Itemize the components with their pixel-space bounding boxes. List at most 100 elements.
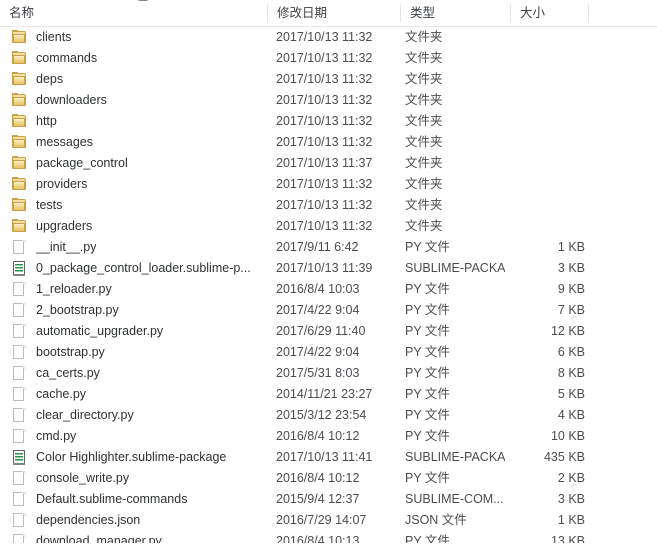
file-name-cell[interactable]: clear_directory.py (11, 405, 261, 426)
file-icon (11, 345, 27, 360)
file-row[interactable]: 2_bootstrap.py 2017/4/22 9:04 PY 文件 7 KB (0, 300, 657, 321)
file-name-label: tests (36, 198, 63, 212)
file-row[interactable]: automatic_upgrader.py 2017/6/29 11:40 PY 文… (0, 321, 657, 342)
file-size-cell: 10 KB (550, 429, 585, 443)
file-date-cell: 2017/10/13 11:32 (276, 30, 373, 44)
file-size-cell: 2 KB (557, 471, 585, 485)
file-name-cell[interactable]: http (11, 111, 261, 132)
file-date-cell: 2017/10/13 11:32 (276, 177, 373, 191)
file-row[interactable]: http 2017/10/13 11:32 文件夹 (0, 111, 657, 132)
file-name-label: providers (36, 177, 88, 191)
file-name-cell[interactable]: 0_package_control_loader.sublime-p... (11, 258, 261, 279)
file-icon (11, 282, 27, 297)
file-name-label: clear_directory.py (36, 408, 134, 422)
file-row[interactable]: Color Highlighter.sublime-package 2017/10… (0, 447, 657, 468)
file-name-cell[interactable]: bootstrap.py (11, 342, 261, 363)
file-name-cell[interactable]: dependencies.json (11, 510, 261, 531)
file-date-cell: 2017/10/13 11:32 (276, 219, 373, 233)
file-name-cell[interactable]: 2_bootstrap.py (11, 300, 261, 321)
file-date-cell: 2017/4/22 9:04 (276, 303, 360, 317)
file-name-cell[interactable]: commands (11, 48, 261, 69)
file-name-label: deps (36, 72, 64, 86)
file-name-cell[interactable]: Color Highlighter.sublime-package (11, 447, 261, 468)
file-type-cell: PY 文件 (405, 345, 450, 359)
file-type-cell: SUBLIME-COM... (405, 492, 504, 506)
file-name-cell[interactable]: upgraders (11, 216, 261, 237)
folder-icon (11, 198, 27, 213)
column-header-size-label: 大小 (520, 6, 546, 20)
file-name-cell[interactable]: Default.sublime-commands (11, 489, 261, 510)
file-row[interactable]: downloaders 2017/10/13 11:32 文件夹 (0, 90, 657, 111)
file-row[interactable]: cmd.py 2016/8/4 10:12 PY 文件 10 KB (0, 426, 657, 447)
file-row[interactable]: download_manager.py 2016/8/4 10:13 PY 文件 13… (0, 531, 657, 543)
file-date-cell: 2016/8/4 10:13 (276, 534, 360, 543)
file-name-cell[interactable]: messages (11, 132, 261, 153)
file-name-cell[interactable]: package_control (11, 153, 261, 174)
file-row[interactable]: providers 2017/10/13 11:32 文件夹 (0, 174, 657, 195)
file-row[interactable]: __init__.py 2017/9/11 6:42 PY 文件 1 KB (0, 237, 657, 258)
file-date-cell: 2017/10/13 11:37 (276, 156, 373, 170)
file-row[interactable]: package_control 2017/10/13 11:37 文件夹 (0, 153, 657, 174)
file-row[interactable]: bootstrap.py 2017/4/22 9:04 PY 文件 6 KB (0, 342, 657, 363)
file-size-cell (500, 90, 585, 111)
file-row[interactable]: clients 2017/10/13 11:32 文件夹 (0, 27, 657, 48)
file-icon (11, 387, 27, 402)
file-date-cell: 2017/10/13 11:32 (276, 93, 373, 107)
column-header-date-modified[interactable]: 修改日期 (268, 0, 400, 26)
file-row[interactable]: ca_certs.py 2017/5/31 8:03 PY 文件 8 KB (0, 363, 657, 384)
file-name-cell[interactable]: deps (11, 69, 261, 90)
column-header-name[interactable]: 名称 (0, 0, 267, 26)
file-type-cell: 文件夹 (405, 135, 443, 149)
file-name-cell[interactable]: download_manager.py (11, 531, 261, 543)
file-name-cell[interactable]: ca_certs.py (11, 363, 261, 384)
file-name-label: 1_reloader.py (36, 282, 112, 296)
file-type-cell: PY 文件 (405, 471, 450, 485)
file-row[interactable]: messages 2017/10/13 11:32 文件夹 (0, 132, 657, 153)
file-rows-container: clients 2017/10/13 11:32 文件夹 commands 2017/1… (0, 27, 657, 543)
folder-icon (11, 51, 27, 66)
column-header-type-label: 类型 (410, 6, 436, 20)
package-file-icon (11, 261, 27, 276)
file-row[interactable]: Default.sublime-commands 2015/9/4 12:37 SU… (0, 489, 657, 510)
file-name-cell[interactable]: clients (11, 27, 261, 48)
file-name-label: package_control (36, 156, 128, 170)
file-name-label: upgraders (36, 219, 93, 233)
file-row[interactable]: commands 2017/10/13 11:32 文件夹 (0, 48, 657, 69)
file-name-cell[interactable]: automatic_upgrader.py (11, 321, 261, 342)
file-date-cell: 2016/7/29 14:07 (276, 513, 367, 527)
file-name-label: clients (36, 30, 72, 44)
file-row[interactable]: upgraders 2017/10/13 11:32 文件夹 (0, 216, 657, 237)
file-row[interactable]: 1_reloader.py 2016/8/4 10:03 PY 文件 9 KB (0, 279, 657, 300)
file-name-label: console_write.py (36, 471, 130, 485)
file-type-cell: 文件夹 (405, 198, 443, 212)
file-type-cell: SUBLIME-PACKA... (405, 450, 505, 464)
file-name-cell[interactable]: downloaders (11, 90, 261, 111)
file-name-cell[interactable]: __init__.py (11, 237, 261, 258)
file-name-cell[interactable]: 1_reloader.py (11, 279, 261, 300)
file-name-label: ca_certs.py (36, 366, 100, 380)
file-row[interactable]: console_write.py 2016/8/4 10:12 PY 文件 2 KB (0, 468, 657, 489)
file-name-cell[interactable]: cmd.py (11, 426, 261, 447)
file-name-cell[interactable]: cache.py (11, 384, 261, 405)
file-row[interactable]: tests 2017/10/13 11:32 文件夹 (0, 195, 657, 216)
column-header-type[interactable]: 类型 (401, 0, 510, 26)
file-row[interactable]: 0_package_control_loader.sublime-p... 201… (0, 258, 657, 279)
file-size-cell: 9 KB (557, 282, 585, 296)
column-divider-4[interactable] (588, 4, 589, 22)
file-name-cell[interactable]: tests (11, 195, 261, 216)
column-header-size[interactable]: 大小 (511, 0, 588, 26)
file-name-cell[interactable]: console_write.py (11, 468, 261, 489)
folder-icon (11, 156, 27, 171)
folder-icon (11, 135, 27, 150)
file-type-cell: 文件夹 (405, 72, 443, 86)
file-row[interactable]: cache.py 2014/11/21 23:27 PY 文件 5 KB (0, 384, 657, 405)
file-date-cell: 2017/10/13 11:32 (276, 198, 373, 212)
file-name-cell[interactable]: providers (11, 174, 261, 195)
file-row[interactable]: clear_directory.py 2015/3/12 23:54 PY 文件 4 … (0, 405, 657, 426)
file-size-cell (500, 153, 585, 174)
file-row[interactable]: deps 2017/10/13 11:32 文件夹 (0, 69, 657, 90)
file-type-cell: PY 文件 (405, 366, 450, 380)
file-row[interactable]: dependencies.json 2016/7/29 14:07 JSON 文件 1… (0, 510, 657, 531)
file-date-cell: 2017/10/13 11:32 (276, 135, 373, 149)
file-size-cell (500, 216, 585, 237)
